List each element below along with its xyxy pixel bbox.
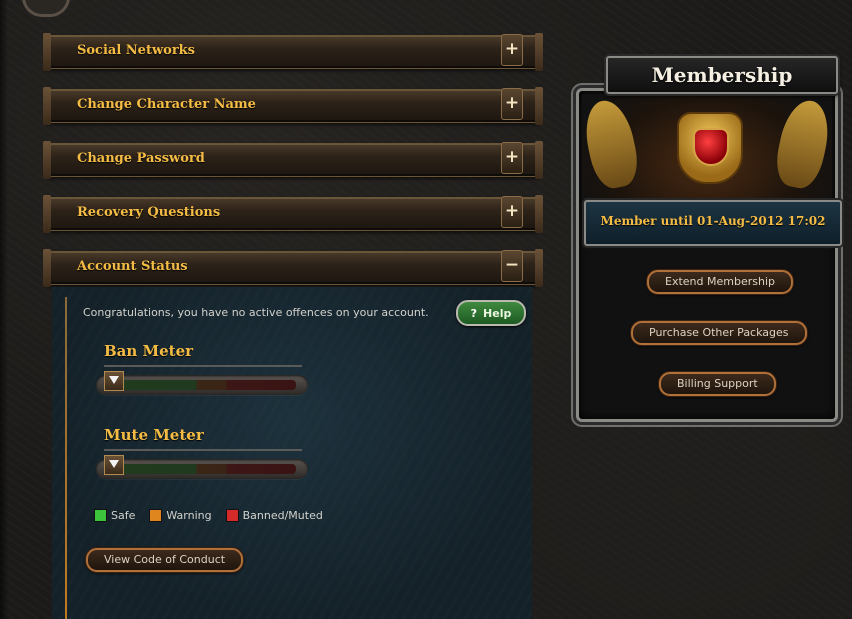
expand-plus-icon[interactable]: +	[501, 196, 523, 228]
accordion-label: Account Status	[77, 259, 188, 274]
help-button[interactable]: ? Help	[456, 300, 526, 326]
help-label: Help	[483, 306, 512, 320]
expand-plus-icon[interactable]: +	[501, 34, 523, 66]
warning-swatch-icon	[149, 509, 163, 522]
ban-meter-divider	[104, 365, 302, 367]
legend-safe: Safe	[94, 509, 135, 522]
expand-plus-icon[interactable]: +	[501, 88, 523, 120]
collapse-minus-icon[interactable]: −	[501, 250, 523, 282]
purchase-other-packages-button[interactable]: Purchase Other Packages	[631, 321, 807, 345]
legend-warning: Warning	[149, 509, 212, 522]
ban-meter-title: Ban Meter	[104, 342, 194, 360]
accordion-change-password[interactable]: Change Password +	[43, 141, 543, 179]
dragon-right-icon	[771, 96, 835, 192]
expand-plus-icon[interactable]: +	[501, 142, 523, 174]
membership-title: Membership	[606, 56, 838, 94]
member-until-text: Member until 01-Aug-2012 17:02	[600, 214, 826, 228]
legend-label: Warning	[166, 509, 212, 522]
ruby-heart-icon	[693, 128, 729, 166]
dragon-left-icon	[579, 96, 643, 192]
status-message: Congratulations, you have no active offe…	[83, 306, 429, 319]
accordion-label: Social Networks	[77, 43, 195, 58]
accordion-recovery-questions[interactable]: Recovery Questions +	[43, 195, 543, 233]
left-edge-shadow	[0, 0, 8, 619]
extend-membership-button[interactable]: Extend Membership	[647, 270, 793, 294]
mute-meter-track	[108, 464, 296, 474]
top-ornament	[22, 0, 70, 17]
billing-support-button[interactable]: Billing Support	[659, 372, 776, 396]
accordion-label: Change Character Name	[77, 97, 256, 112]
panel-rail	[65, 297, 67, 619]
accordion-change-character-name[interactable]: Change Character Name +	[43, 87, 543, 125]
view-code-of-conduct-button[interactable]: View Code of Conduct	[86, 548, 244, 572]
ban-meter-pointer-icon	[104, 371, 124, 391]
accordion-social-networks[interactable]: Social Networks +	[43, 33, 543, 71]
banned-swatch-icon	[225, 509, 239, 522]
mute-meter-title: Mute Meter	[104, 426, 204, 444]
legend-label: Safe	[111, 509, 136, 522]
meter-legend: Safe Warning Banned/Muted	[94, 509, 323, 522]
ban-meter-track	[108, 380, 296, 390]
ban-meter	[96, 371, 308, 395]
accordion-label: Change Password	[77, 151, 205, 166]
crest-shield-icon	[677, 112, 743, 184]
legend-banned-muted: Banned/Muted	[225, 509, 323, 522]
accordion-label: Recovery Questions	[77, 205, 221, 220]
accordion-account-status[interactable]: Account Status −	[43, 249, 543, 287]
legend-label: Banned/Muted	[242, 509, 323, 522]
mute-meter-divider	[104, 449, 302, 451]
mute-meter	[96, 455, 308, 479]
account-status-panel: Congratulations, you have no active offe…	[52, 287, 532, 619]
help-question-icon: ?	[470, 306, 478, 320]
safe-swatch-icon	[94, 509, 107, 522]
mute-meter-pointer-icon	[104, 455, 124, 475]
member-until-plate: Member until 01-Aug-2012 17:02	[584, 200, 842, 246]
